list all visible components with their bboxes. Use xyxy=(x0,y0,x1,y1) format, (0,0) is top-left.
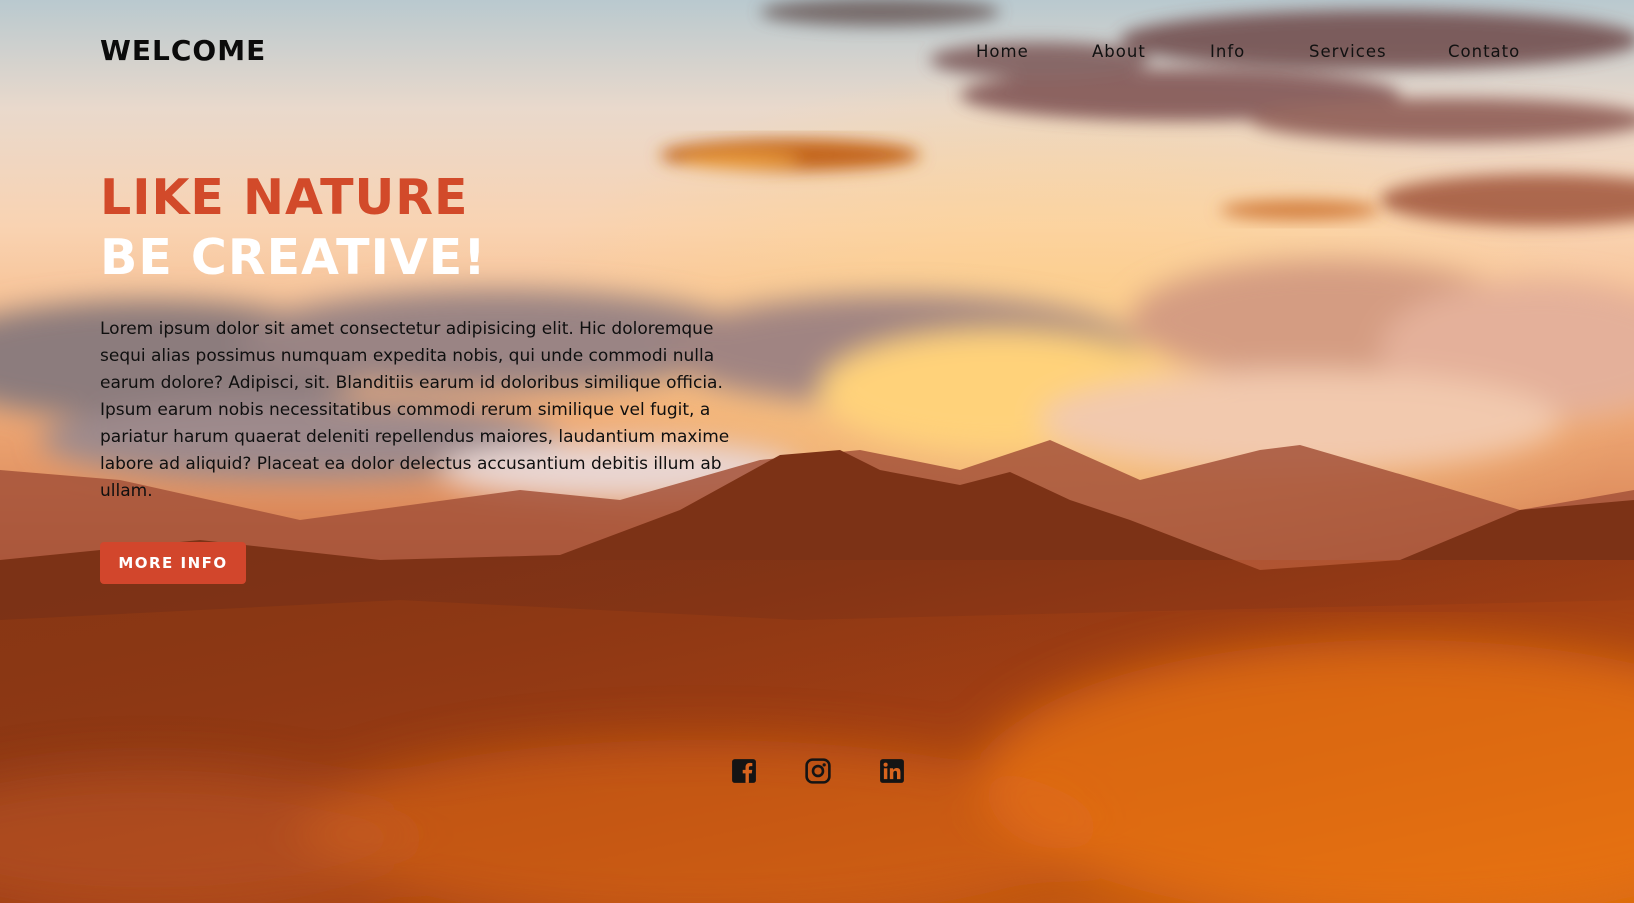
nav-item-home[interactable]: Home xyxy=(976,42,1029,61)
main-nav: Home About Info Services Contato xyxy=(0,42,1634,66)
facebook-icon[interactable] xyxy=(731,758,757,784)
more-info-button[interactable]: MORE INFO xyxy=(100,542,246,584)
social-links xyxy=(0,758,1634,784)
nav-item-info[interactable]: Info xyxy=(1210,42,1245,61)
hero-title-line2: BE CREATIVE! xyxy=(100,229,487,286)
site-header: WELCOME Home About Info Services Contato xyxy=(0,0,1634,110)
nav-item-about[interactable]: About xyxy=(1092,42,1146,61)
hero-paragraph: Lorem ipsum dolor sit amet consectetur a… xyxy=(100,319,730,501)
nav-item-services[interactable]: Services xyxy=(1309,42,1387,61)
linkedin-icon[interactable] xyxy=(879,758,905,784)
instagram-icon[interactable] xyxy=(805,758,831,784)
hero-title-line1: LIKE NATURE xyxy=(100,169,469,226)
nav-item-contato[interactable]: Contato xyxy=(1448,42,1520,61)
hero-title: LIKE NATURE BE CREATIVE! xyxy=(100,168,487,288)
